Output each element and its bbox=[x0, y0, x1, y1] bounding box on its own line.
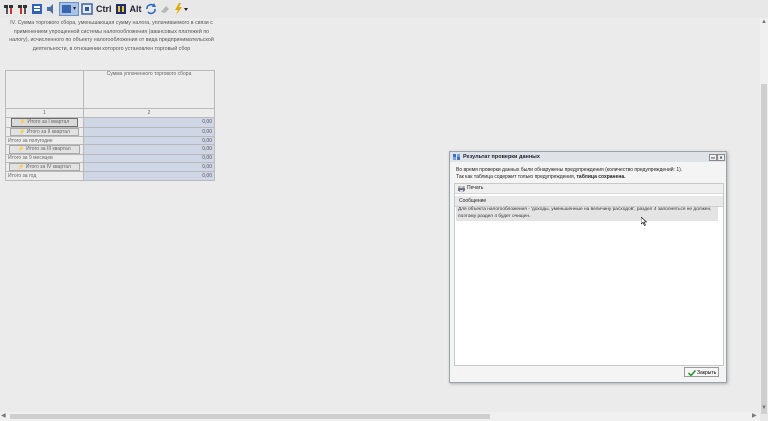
message-line: Во время проверки данных были обнаружены… bbox=[456, 167, 683, 173]
close-label: Закрыть bbox=[697, 370, 717, 376]
table-add-icon[interactable] bbox=[3, 2, 15, 16]
close-icon[interactable]: ✕ bbox=[717, 154, 725, 161]
value-cell[interactable]: 0,00 bbox=[83, 117, 215, 128]
row-label-button[interactable]: ⚡ Итого за IV квартал bbox=[5, 161, 84, 173]
vertical-scroll-thumb[interactable] bbox=[761, 84, 767, 414]
table-row: Итого за год 0,00 bbox=[5, 171, 215, 181]
horizontal-scroll-thumb[interactable] bbox=[10, 414, 490, 419]
lightning-icon[interactable] bbox=[173, 2, 189, 16]
dialog-message: Во время проверки данных были обнаружены… bbox=[456, 167, 682, 181]
vertical-scrollbar[interactable]: ▲ ▼ bbox=[760, 18, 768, 414]
code-icon[interactable] bbox=[115, 2, 127, 16]
alt-button[interactable]: Alt bbox=[129, 2, 143, 16]
message-text: Так как таблица содержит только предупре… bbox=[456, 174, 577, 180]
clear-icon[interactable] bbox=[159, 2, 171, 16]
table-row: ⚡ Итого за IV квартал 0,00 bbox=[5, 161, 215, 173]
row-label: Итого за полугодие bbox=[5, 135, 84, 146]
value-cell[interactable]: 0,00 bbox=[83, 153, 215, 163]
printer-icon bbox=[458, 185, 465, 196]
fit-icon[interactable] bbox=[81, 2, 93, 16]
messages-panel: Печать Сообщение Для объекта налогооблож… bbox=[454, 183, 724, 366]
scroll-right-icon[interactable]: ▶ bbox=[752, 412, 757, 420]
lightning-icon: ⚡ bbox=[18, 163, 25, 170]
view-mode-icon[interactable] bbox=[59, 2, 79, 16]
print-button[interactable]: Печать bbox=[455, 184, 723, 194]
value-cell[interactable]: 0,00 bbox=[83, 161, 215, 173]
message-column-header[interactable]: Сообщение bbox=[455, 196, 723, 207]
ctrl-button[interactable]: Ctrl bbox=[95, 2, 113, 16]
table-row: ⚡ Итого за II квартал 0,00 bbox=[5, 126, 215, 137]
column-number-row: 1 2 bbox=[5, 108, 215, 118]
row-label-button[interactable]: ⚡ Итого за III квартал bbox=[5, 144, 84, 155]
value-cell[interactable]: 0,00 bbox=[83, 144, 215, 155]
value-cell[interactable]: 0,00 bbox=[83, 135, 215, 146]
toolbar: Ctrl Alt bbox=[0, 0, 768, 18]
row-label-button[interactable]: ⚡ Итого за I квартал bbox=[5, 117, 84, 128]
form-icon[interactable] bbox=[31, 2, 43, 16]
column-header-label: Сообщение bbox=[459, 198, 487, 204]
message-row[interactable]: Для объекта налогообложения - 'доходы, у… bbox=[456, 207, 718, 221]
trade-fee-table: Сумма уплаченного торгового сбора 1 2 ⚡ … bbox=[5, 70, 215, 181]
section-title: IV. Сумма торгового сбора, уменьшающая с… bbox=[9, 20, 214, 52]
table-remove-icon[interactable] bbox=[17, 2, 29, 16]
scroll-down-icon[interactable]: ▼ bbox=[761, 404, 767, 412]
print-label: Печать bbox=[467, 185, 484, 191]
table-row: ⚡ Итого за I квартал 0,00 bbox=[5, 117, 215, 128]
dialog-title-bar[interactable]: Результат проверки данных ▭ ✕ bbox=[450, 152, 726, 162]
table-row: Итого за полугодие 0,00 bbox=[5, 135, 215, 146]
value-cell[interactable]: 0,00 bbox=[83, 171, 215, 181]
horizontal-scrollbar[interactable]: ◀ ▶ bbox=[0, 412, 760, 421]
scroll-left-icon[interactable]: ◀ bbox=[1, 412, 6, 420]
refresh-icon[interactable] bbox=[145, 2, 157, 16]
scroll-up-icon[interactable]: ▲ bbox=[761, 18, 767, 26]
validation-result-dialog: Результат проверки данных ▭ ✕ Во время п… bbox=[449, 151, 727, 383]
table-header-row: Сумма уплаченного торгового сбора bbox=[5, 70, 215, 109]
lightning-icon: ⚡ bbox=[19, 119, 26, 125]
table-row: Итого за 9 месяцев 0,00 bbox=[5, 153, 215, 163]
table-row: ⚡ Итого за III квартал 0,00 bbox=[5, 144, 215, 155]
row-label: Итого за 9 месяцев bbox=[5, 153, 84, 163]
maximize-icon[interactable]: ▭ bbox=[709, 154, 717, 161]
message-line: Так как таблица содержит только предупре… bbox=[456, 174, 682, 181]
close-button[interactable]: Закрыть bbox=[684, 367, 719, 377]
checkmark-icon bbox=[687, 369, 697, 380]
empty-header-cell bbox=[5, 70, 84, 109]
row-label-button[interactable]: ⚡ Итого за II квартал bbox=[5, 126, 84, 137]
column-header: Сумма уплаченного торгового сбора bbox=[83, 70, 215, 109]
mouse-cursor-icon bbox=[640, 213, 648, 231]
lightning-icon: ⚡ bbox=[18, 146, 25, 153]
lightning-icon: ⚡ bbox=[19, 128, 26, 135]
dialog-title: Результат проверки данных bbox=[463, 154, 540, 160]
message-bold-text: таблица сохранена. bbox=[576, 174, 626, 180]
column-number: 2 bbox=[83, 108, 215, 118]
column-number: 1 bbox=[5, 108, 84, 118]
sound-icon[interactable] bbox=[45, 2, 57, 16]
value-cell[interactable]: 0,00 bbox=[83, 126, 215, 137]
row-label: Итого за год bbox=[5, 171, 84, 181]
app-icon bbox=[453, 154, 460, 164]
